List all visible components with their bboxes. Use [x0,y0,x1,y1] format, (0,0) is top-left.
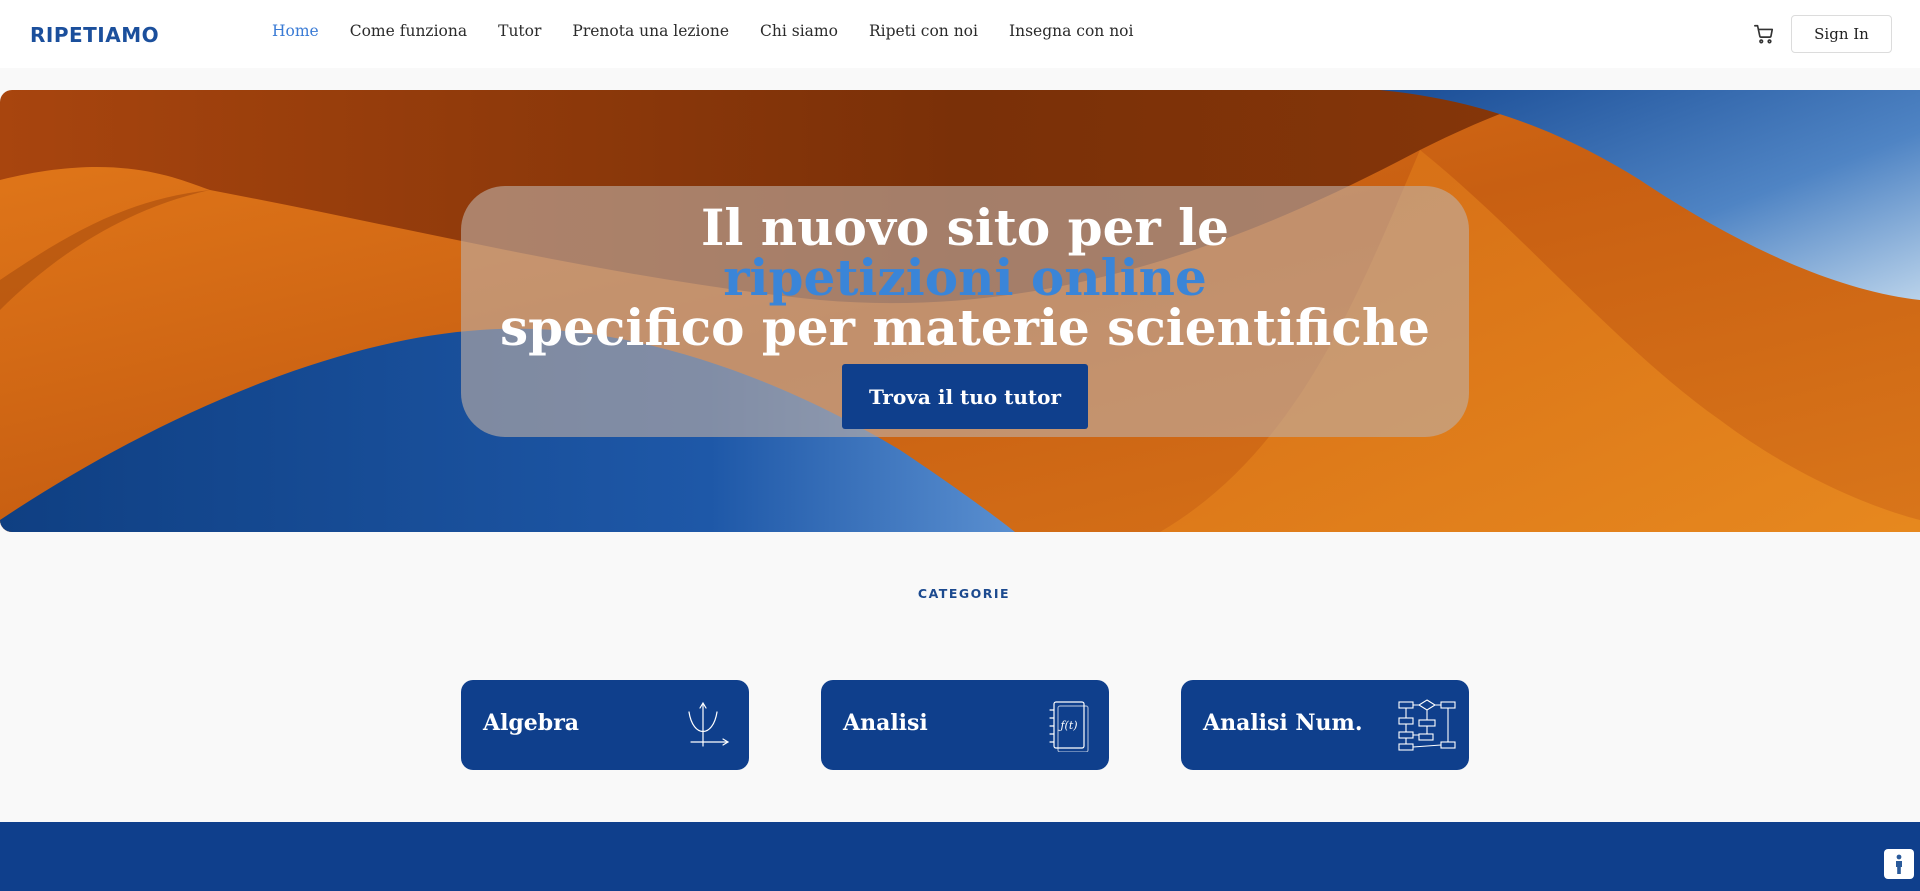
nav-item-prenota-lezione[interactable]: Prenota una lezione [572,22,729,40]
footer-band [0,822,1920,891]
category-label: Analisi Num. [1203,710,1363,736]
nav-item-chi-siamo[interactable]: Chi siamo [760,22,838,40]
hero-banner: Il nuovo sito per le ripetizioni online … [0,90,1920,532]
sign-in-button[interactable]: Sign In [1791,15,1892,53]
nav-item-come-funziona[interactable]: Come funziona [350,22,467,40]
main-nav: Home Come funziona Tutor Prenota una lez… [272,22,1164,40]
category-card-analisi[interactable]: Analisi ƒ(t) [821,680,1109,770]
logo[interactable]: RIPETIAMO [30,20,159,50]
svg-text:ƒ(t): ƒ(t) [1057,719,1077,732]
accessibility-icon[interactable] [1884,849,1914,879]
hero-title-line-3: specifico per materie scientifiche [499,298,1430,357]
category-label: Analisi [843,710,928,736]
top-header: RIPETIAMO Home Come funziona Tutor Preno… [0,0,1920,68]
parabola-graph-icon [683,698,733,752]
cart-icon[interactable] [1753,23,1775,45]
nav-item-ripeti-con-noi[interactable]: Ripeti con noi [869,22,978,40]
find-tutor-button[interactable]: Trova il tuo tutor [842,364,1088,429]
categories-heading: CATEGORIE [917,586,1011,601]
category-card-analisi-num[interactable]: Analisi Num. [1181,680,1469,770]
nav-item-insegna-con-noi[interactable]: Insegna con noi [1009,22,1134,40]
hero-card: Il nuovo sito per le ripetizioni online … [461,186,1469,437]
category-card-algebra[interactable]: Algebra [461,680,749,770]
nav-item-home[interactable]: Home [272,22,319,40]
category-label: Algebra [483,710,580,736]
flowchart-icon [1397,698,1457,752]
function-book-icon: ƒ(t) [1043,698,1093,753]
nav-item-tutor[interactable]: Tutor [498,22,541,40]
